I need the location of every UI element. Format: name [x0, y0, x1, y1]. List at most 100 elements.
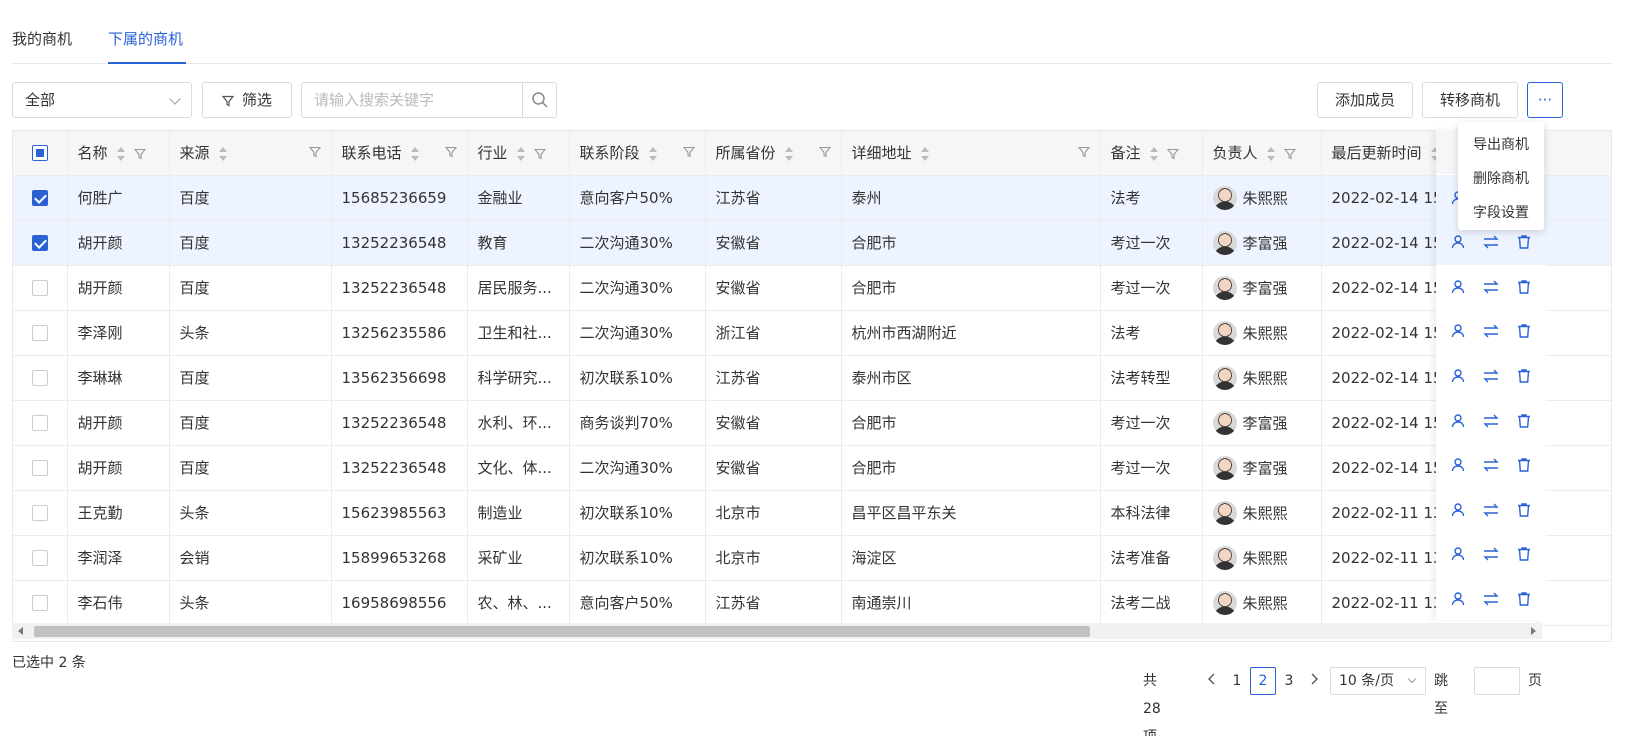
- horizontal-scrollbar[interactable]: [12, 623, 1542, 639]
- column-filter-icon[interactable]: [1283, 148, 1296, 160]
- transfer-icon[interactable]: [1482, 323, 1500, 339]
- transfer-icon[interactable]: [1482, 502, 1500, 518]
- select-all-checkbox[interactable]: [31, 145, 48, 162]
- sort-icon[interactable]: [920, 146, 930, 161]
- page-size-select[interactable]: 10 条/页: [1330, 667, 1426, 695]
- row-checkbox[interactable]: [31, 595, 48, 611]
- user-assign-icon[interactable]: [1450, 368, 1466, 384]
- transfer-icon[interactable]: [1482, 591, 1500, 607]
- row-select-cell[interactable]: [13, 400, 68, 446]
- column-filter-icon[interactable]: [1077, 146, 1090, 158]
- scrollbar-thumb[interactable]: [34, 626, 1090, 637]
- column-filter-icon[interactable]: [308, 146, 321, 158]
- transfer-icon[interactable]: [1482, 368, 1500, 384]
- row-checkbox[interactable]: [31, 280, 48, 296]
- sort-icon[interactable]: [516, 146, 526, 161]
- column-header-phone[interactable]: 联系电话: [331, 131, 468, 176]
- row-select-cell[interactable]: [13, 355, 68, 401]
- sort-icon[interactable]: [784, 146, 794, 161]
- user-assign-icon[interactable]: [1450, 413, 1466, 429]
- table-row[interactable]: 胡开颜 百度 13252236548 居民服务... 二次沟通30% 安徽省 合肥市 考过一次…: [13, 265, 1611, 311]
- filter-button[interactable]: 筛选: [202, 82, 292, 118]
- column-filter-icon[interactable]: [133, 148, 146, 160]
- sort-icon[interactable]: [648, 146, 658, 161]
- row-select-cell[interactable]: [13, 175, 68, 221]
- column-filter-icon[interactable]: [1166, 148, 1179, 160]
- trash-icon[interactable]: [1516, 279, 1532, 295]
- column-filter-icon[interactable]: [444, 146, 457, 158]
- user-assign-icon[interactable]: [1450, 591, 1466, 607]
- user-assign-icon[interactable]: [1450, 234, 1466, 250]
- table-row[interactable]: 何胜广 百度 15685236659 金融业 意向客户50% 江苏省 泰州 法考 朱熙熙 2022…: [13, 175, 1611, 221]
- menu-item-field-settings[interactable]: 字段设置: [1458, 196, 1544, 230]
- column-header-address[interactable]: 详细地址: [841, 131, 1101, 176]
- table-row[interactable]: 胡开颜 百度 13252236548 文化、体... 二次沟通30% 安徽省 合肥市 考过一次…: [13, 445, 1611, 491]
- menu-item-delete[interactable]: 删除商机: [1458, 162, 1544, 196]
- scroll-left-arrow[interactable]: [18, 627, 23, 635]
- table-row[interactable]: 胡开颜 百度 13252236548 水利、环... 商务谈判70% 安徽省 合肥市 考过一次…: [13, 400, 1611, 446]
- column-header-name[interactable]: 名称: [67, 131, 170, 176]
- row-select-cell[interactable]: [13, 490, 68, 536]
- jump-page-input[interactable]: [1474, 667, 1520, 695]
- row-checkbox[interactable]: [31, 460, 48, 476]
- trash-icon[interactable]: [1516, 323, 1532, 339]
- user-assign-icon[interactable]: [1450, 323, 1466, 339]
- column-header-stage[interactable]: 联系阶段: [569, 131, 706, 176]
- page-3[interactable]: 3: [1276, 667, 1302, 695]
- trash-icon[interactable]: [1516, 368, 1532, 384]
- trash-icon[interactable]: [1516, 234, 1532, 250]
- scroll-right-arrow[interactable]: [1531, 627, 1536, 635]
- search-button[interactable]: [522, 83, 556, 117]
- column-header-owner[interactable]: 负责人: [1202, 131, 1322, 176]
- row-select-cell[interactable]: [13, 220, 68, 266]
- table-row[interactable]: 李石伟 头条 16958698556 农、林、... 意向客户50% 江苏省 南通崇川 法考二…: [13, 580, 1611, 626]
- more-actions-button[interactable]: ···: [1527, 82, 1563, 118]
- row-checkbox[interactable]: [31, 505, 48, 521]
- sort-icon[interactable]: [410, 146, 420, 161]
- row-checkbox[interactable]: [31, 415, 48, 431]
- column-header-industry[interactable]: 行业: [467, 131, 570, 176]
- table-row[interactable]: 李泽刚 头条 13256235586 卫生和社... 二次沟通30% 浙江省 杭州市西湖附近…: [13, 310, 1611, 356]
- user-assign-icon[interactable]: [1450, 279, 1466, 295]
- row-select-cell[interactable]: [13, 580, 68, 626]
- column-filter-icon[interactable]: [818, 146, 831, 158]
- row-select-cell[interactable]: [13, 310, 68, 356]
- page-1[interactable]: 1: [1224, 667, 1250, 695]
- row-checkbox[interactable]: [31, 325, 48, 341]
- row-checkbox[interactable]: [31, 190, 48, 206]
- tab-my-opportunities[interactable]: 我的商机: [12, 28, 72, 49]
- column-header-province[interactable]: 所属省份: [705, 131, 842, 176]
- header-select-all[interactable]: [13, 131, 68, 176]
- user-assign-icon[interactable]: [1450, 546, 1466, 562]
- sort-icon[interactable]: [116, 146, 126, 161]
- prev-page-icon[interactable]: [1204, 667, 1220, 695]
- column-header-source[interactable]: 来源: [169, 131, 332, 176]
- table-row[interactable]: 胡开颜 百度 13252236548 教育 二次沟通30% 安徽省 合肥市 考过一次 李富强 20…: [13, 220, 1611, 266]
- row-select-cell[interactable]: [13, 535, 68, 581]
- transfer-icon[interactable]: [1482, 457, 1500, 473]
- next-page-icon[interactable]: [1306, 667, 1322, 695]
- table-row[interactable]: 李润泽 会销 15899653268 采矿业 初次联系10% 北京市 海淀区 法考准备 朱熙熙 2…: [13, 535, 1611, 581]
- menu-item-export[interactable]: 导出商机: [1458, 128, 1544, 162]
- row-checkbox[interactable]: [31, 370, 48, 386]
- page-2[interactable]: 2: [1250, 667, 1276, 695]
- row-select-cell[interactable]: [13, 265, 68, 311]
- trash-icon[interactable]: [1516, 457, 1532, 473]
- table-row[interactable]: 李琳琳 百度 13562356698 科学研究... 初次联系10% 江苏省 泰州市区 法考转…: [13, 355, 1611, 401]
- user-assign-icon[interactable]: [1450, 502, 1466, 518]
- sort-icon[interactable]: [1266, 146, 1276, 161]
- row-checkbox[interactable]: [31, 550, 48, 566]
- tab-subordinate-opportunities[interactable]: 下属的商机: [108, 28, 183, 49]
- transfer-icon[interactable]: [1482, 279, 1500, 295]
- column-header-note[interactable]: 备注: [1100, 131, 1203, 176]
- scope-select[interactable]: 全部: [12, 82, 192, 118]
- transfer-icon[interactable]: [1482, 546, 1500, 562]
- column-filter-icon[interactable]: [533, 148, 546, 160]
- sort-icon[interactable]: [218, 146, 228, 161]
- trash-icon[interactable]: [1516, 502, 1532, 518]
- trash-icon[interactable]: [1516, 546, 1532, 562]
- table-row[interactable]: 王克勤 头条 15623985563 制造业 初次联系10% 北京市 昌平区昌平东关 本科法律…: [13, 490, 1611, 536]
- transfer-icon[interactable]: [1482, 413, 1500, 429]
- search-input[interactable]: [302, 83, 526, 117]
- row-select-cell[interactable]: [13, 445, 68, 491]
